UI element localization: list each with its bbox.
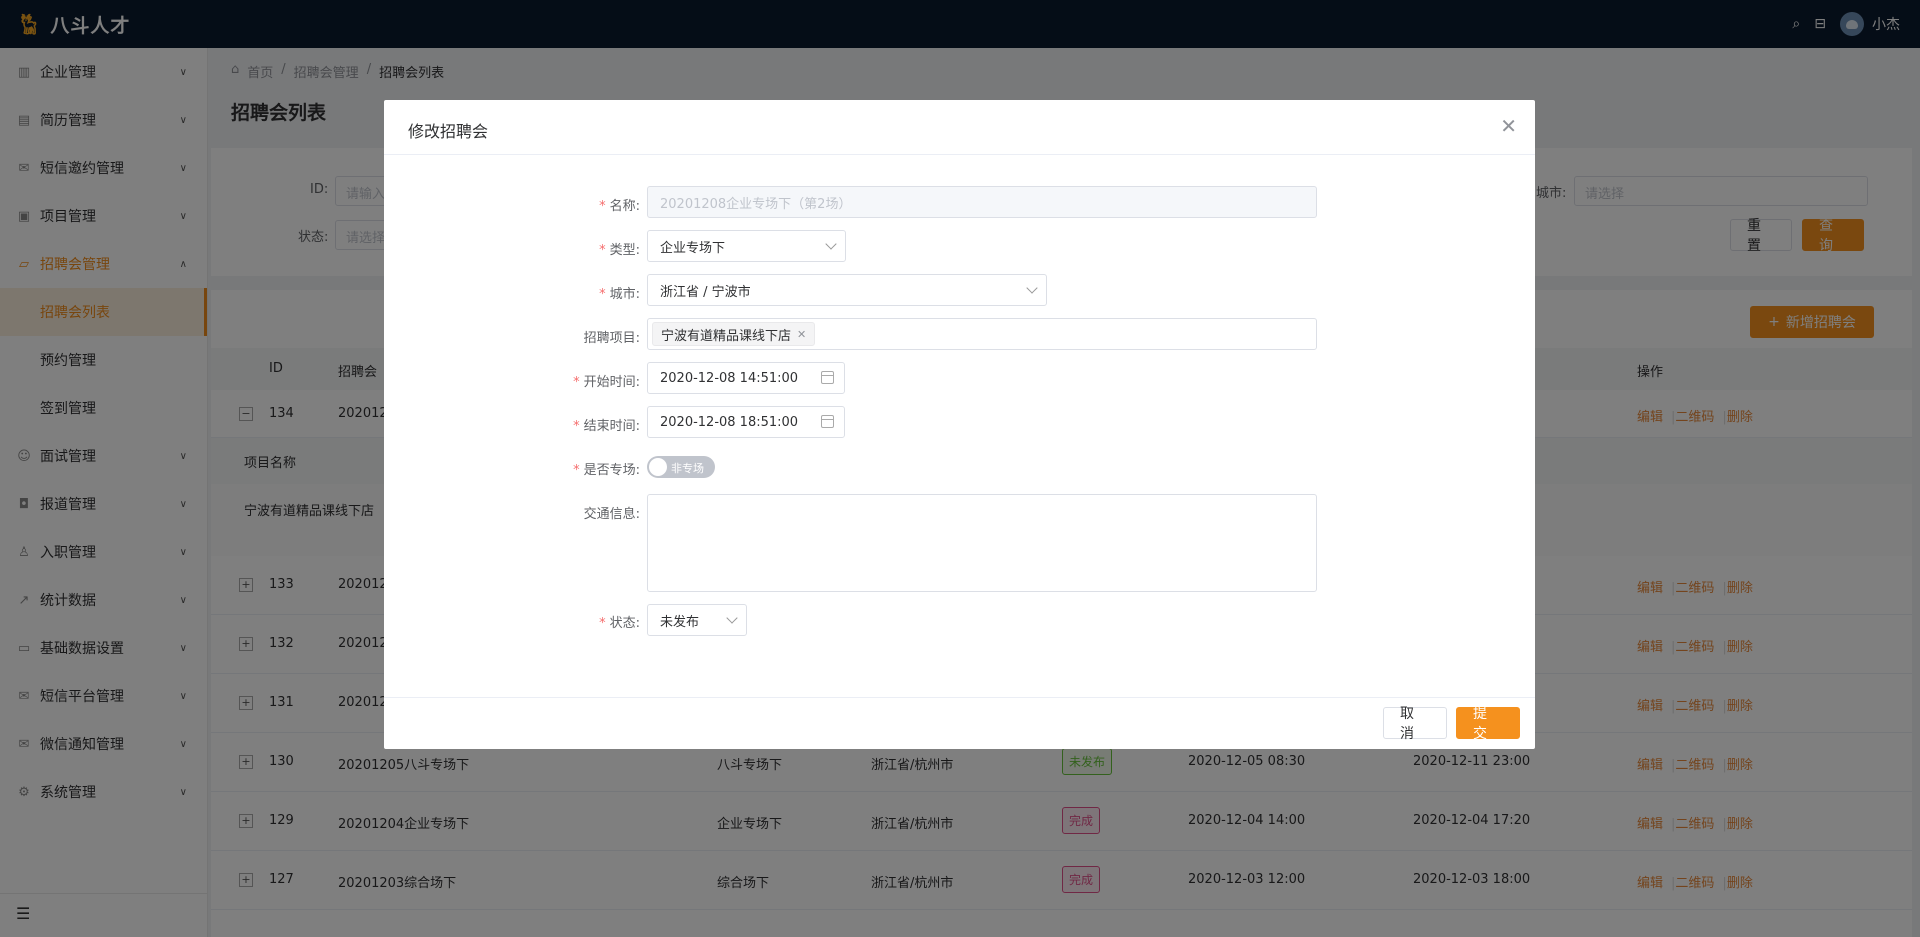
chevron-down-icon: [825, 238, 837, 250]
name-input: 20201208企业专场下（第2场）: [647, 186, 1317, 218]
start-label-text: 开始时间:: [583, 375, 640, 390]
status-label-text: 状态:: [609, 616, 640, 631]
toggle-knob: [649, 458, 667, 476]
project-chip: 宁波有道精品课线下店 ✕: [652, 322, 816, 346]
type-label-text: 类型:: [609, 243, 640, 258]
traffic-textarea[interactable]: [647, 494, 1317, 592]
chevron-down-icon: [1026, 282, 1038, 294]
end-date-value: 2020-12-08 18:51:00: [660, 414, 799, 430]
start-date-picker[interactable]: 2020-12-08 14:51:00: [647, 362, 845, 394]
traffic-label: 交通信息:: [500, 503, 640, 522]
project-label: 招聘项目:: [500, 327, 640, 346]
chevron-down-icon: [726, 612, 738, 624]
project-chip-label: 宁波有道精品课线下店: [661, 328, 792, 344]
end-date-picker[interactable]: 2020-12-08 18:51:00: [647, 406, 845, 438]
type-label: * 类型:: [599, 243, 640, 258]
calendar-icon: [821, 371, 834, 384]
close-icon[interactable]: ✕: [1500, 114, 1517, 138]
city-label: * 城市:: [599, 287, 640, 302]
project-label-text: 招聘项目:: [583, 331, 640, 346]
city-label-text: 城市:: [609, 287, 640, 302]
calendar-icon: [821, 415, 834, 428]
status-label: * 状态:: [599, 616, 640, 631]
close-icon[interactable]: ✕: [797, 328, 806, 341]
toggle-label: 非专场: [671, 462, 704, 475]
edit-job-fair-dialog: 修改招聘会 ✕ * 名称: 20201208企业专场下（第2场） * 类型: 企业专…: [384, 100, 1535, 749]
start-label: * 开始时间:: [573, 375, 640, 390]
start-date-value: 2020-12-08 14:51:00: [660, 370, 799, 386]
type-select[interactable]: 企业专场下: [647, 230, 846, 262]
dialog-header-divider: [384, 154, 1535, 155]
city-cascader[interactable]: 浙江省 / 宁波市: [647, 274, 1047, 306]
special-label: * 是否专场:: [573, 463, 640, 478]
end-label: * 结束时间:: [573, 419, 640, 434]
type-select-value: 企业专场下: [660, 240, 726, 256]
traffic-label-text: 交通信息:: [583, 507, 640, 522]
city-cascader-value: 浙江省 / 宁波市: [660, 284, 751, 300]
submit-button[interactable]: 提 交: [1456, 706, 1520, 742]
status-select-value: 未发布: [660, 614, 700, 630]
dialog-title: 修改招聘会: [408, 122, 489, 141]
name-label: * 名称:: [599, 199, 640, 214]
cancel-button[interactable]: 取 消: [1383, 706, 1447, 742]
special-toggle[interactable]: 非专场: [647, 456, 715, 478]
status-select[interactable]: 未发布: [647, 604, 747, 636]
end-label-text: 结束时间:: [583, 419, 640, 434]
special-label-text: 是否专场:: [583, 463, 640, 478]
dialog-footer-divider: [384, 697, 1535, 698]
name-label-text: 名称:: [609, 199, 640, 214]
project-multiselect[interactable]: 宁波有道精品课线下店 ✕: [647, 318, 1317, 350]
